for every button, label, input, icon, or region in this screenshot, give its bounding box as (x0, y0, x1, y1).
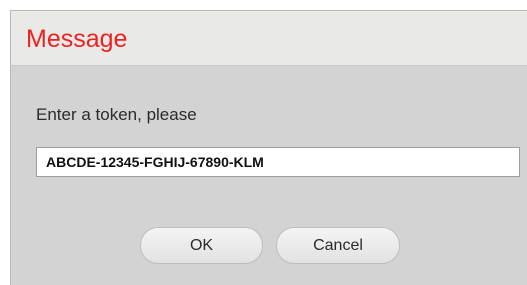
dialog-title: Message (26, 25, 128, 53)
token-prompt-label: Enter a token, please (36, 105, 197, 124)
dialog-titlebar: Message (11, 11, 527, 66)
ok-button[interactable]: OK (140, 227, 263, 264)
cancel-button[interactable]: Cancel (276, 227, 400, 264)
message-dialog: Message Enter a token, please OK Cancel (10, 10, 527, 285)
token-input[interactable] (36, 147, 520, 177)
